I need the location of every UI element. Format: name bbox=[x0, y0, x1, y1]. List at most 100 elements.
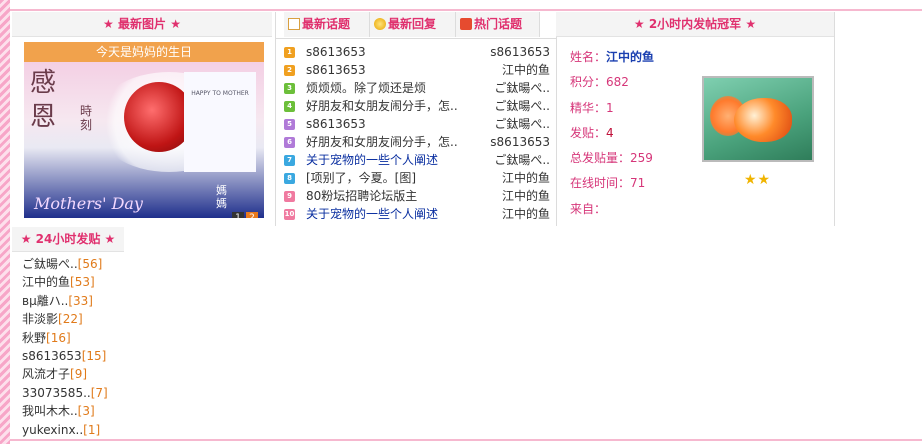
topic-author-link[interactable]: s8613653 bbox=[470, 133, 550, 151]
featured-photo[interactable]: 今天是妈妈的生日 感恩 時刻 HAPPY TO MOTHER Mothers' … bbox=[24, 42, 264, 218]
topic-author-link[interactable]: 江中的鱼 bbox=[470, 169, 550, 187]
photo-page-2[interactable]: 2 bbox=[246, 212, 258, 218]
poster-row[interactable]: s8613653[15] bbox=[22, 347, 162, 365]
poster-row[interactable]: 我叫木木..[3] bbox=[22, 402, 162, 420]
topic-title-link[interactable]: s8613653 bbox=[306, 61, 466, 79]
champion-field: 姓名：江中的鱼 bbox=[570, 45, 720, 70]
champion-field-value: 259 bbox=[630, 151, 653, 166]
poster-name[interactable]: 风流才子 bbox=[22, 367, 70, 381]
topics-panel: 最新话题 最新回复 热门话题 1 s8613653 s8613653 2 s861365… bbox=[275, 12, 557, 226]
posts-24h-header: ★ 24小时发贴 ★ bbox=[12, 227, 124, 252]
poster-name[interactable]: вμ離ハ.. bbox=[22, 294, 68, 308]
topic-tabs: 最新话题 最新回复 热门话题 bbox=[276, 12, 556, 39]
champion-field: 发贴：4 bbox=[570, 121, 720, 146]
champion-panel: ★ 2小时内发帖冠军 ★ 姓名：江中的鱼 积分：682 精华：1 发贴：4 总发贴量：2… bbox=[556, 12, 835, 226]
mothers-day-text: Mothers' Day bbox=[34, 194, 143, 213]
topic-author-link[interactable]: s8613653 bbox=[470, 43, 550, 61]
champion-field: 总发贴量：259 bbox=[570, 146, 720, 171]
tab-latest-replies[interactable]: 最新回复 bbox=[370, 12, 456, 37]
champion-field: 积分：682 bbox=[570, 70, 720, 95]
card-heading: HAPPY TO MOTHER bbox=[191, 90, 249, 97]
photo-kanji-main: 感恩 bbox=[30, 68, 57, 132]
poster-name[interactable]: 非淡影 bbox=[22, 312, 58, 326]
topic-title-link[interactable]: 好朋友和女朋友闹分手，怎.. bbox=[306, 133, 466, 151]
poster-count: [16] bbox=[46, 330, 71, 345]
poster-name[interactable]: 我叫木木.. bbox=[22, 404, 78, 418]
poster-row[interactable]: ご鈦暘ぺ..[56] bbox=[22, 255, 162, 273]
champion-field-value: 71 bbox=[630, 176, 646, 191]
star-icon: ★ bbox=[20, 232, 32, 246]
poster-count: [22] bbox=[58, 312, 83, 327]
topic-title-link[interactable]: 好朋友和女朋友闹分手，怎.. bbox=[306, 97, 466, 115]
champion-field-label: 精华： bbox=[570, 100, 607, 115]
topic-title-link[interactable]: s8613653 bbox=[306, 43, 466, 61]
topic-title-link[interactable]: [项别了，今夏。[图] bbox=[306, 169, 466, 187]
poster-count: [15] bbox=[81, 348, 107, 363]
champion-field-label: 发贴： bbox=[570, 125, 607, 140]
poster-name[interactable]: yukexinx.. bbox=[22, 423, 83, 437]
poster-count: [56] bbox=[77, 257, 103, 271]
poster-count: [33] bbox=[68, 293, 93, 308]
photo-page-1[interactable]: 1 bbox=[232, 212, 244, 218]
poster-row[interactable]: 秋野[16] bbox=[22, 329, 162, 347]
star-icon: ★ bbox=[633, 17, 645, 31]
champion-field: 精华：1 bbox=[570, 96, 720, 121]
topic-row: 5 s8613653 ご鈦暘ぺ.. bbox=[284, 115, 550, 133]
champion-field: 在线时间：71 bbox=[570, 171, 720, 196]
topic-author-link[interactable]: 江中的鱼 bbox=[470, 61, 550, 79]
poster-count: [1] bbox=[83, 422, 101, 437]
star-icon: ★ bbox=[104, 232, 116, 246]
poster-count: [7] bbox=[90, 385, 108, 400]
topic-author-link[interactable]: ご鈦暘ぺ.. bbox=[470, 97, 550, 115]
poster-row[interactable]: вμ離ハ..[33] bbox=[22, 292, 162, 310]
poster-name[interactable]: s8613653 bbox=[22, 349, 82, 363]
goldfish-body bbox=[734, 98, 792, 142]
champion-field-value[interactable]: 江中的鱼 bbox=[606, 50, 654, 64]
topic-row: 7 关于宠物的一些个人阐述 ご鈦暘ぺ.. bbox=[284, 151, 550, 169]
document-icon bbox=[288, 18, 300, 30]
poster-name[interactable]: ご鈦暘ぺ.. bbox=[22, 257, 78, 271]
tab-latest-topics[interactable]: 最新话题 bbox=[284, 12, 370, 37]
poster-name[interactable]: 33073585.. bbox=[22, 386, 91, 400]
champion-header: ★ 2小时内发帖冠军 ★ bbox=[556, 12, 834, 37]
topic-author-link[interactable]: ご鈦暘ぺ.. bbox=[470, 115, 550, 133]
tab-hot-topics[interactable]: 热门话题 bbox=[456, 12, 540, 37]
topic-title-link[interactable]: s8613653 bbox=[306, 115, 466, 133]
topic-author-link[interactable]: ご鈦暘ぺ.. bbox=[470, 79, 550, 97]
poster-row[interactable]: 风流才子[9] bbox=[22, 365, 162, 383]
champion-title: 2小时内发帖冠军 bbox=[648, 17, 742, 31]
topic-title-link[interactable]: 关于宠物的一些个人阐述 bbox=[306, 151, 466, 169]
topic-title-link[interactable]: 烦烦烦。除了烦还是烦 bbox=[306, 79, 466, 97]
topic-row: 2 s8613653 江中的鱼 bbox=[284, 61, 550, 79]
poster-row[interactable]: 非淡影[22] bbox=[22, 310, 162, 328]
topic-author-link[interactable]: 江中的鱼 bbox=[470, 205, 550, 223]
greeting-card: HAPPY TO MOTHER bbox=[184, 72, 256, 172]
poster-name[interactable]: 江中的鱼 bbox=[22, 275, 70, 289]
star-icon: ★ bbox=[103, 17, 114, 31]
rank-number-icon: 3 bbox=[284, 83, 295, 94]
topic-row: 1 s8613653 s8613653 bbox=[284, 43, 550, 61]
mama-text: 媽媽 bbox=[216, 184, 227, 210]
bottom-divider bbox=[10, 439, 922, 441]
poster-row[interactable]: 江中的鱼[53] bbox=[22, 273, 162, 291]
topic-author-link[interactable]: ご鈦暘ぺ.. bbox=[470, 151, 550, 169]
poster-count: [53] bbox=[70, 275, 95, 290]
rank-number-icon: 10 bbox=[284, 209, 295, 220]
poster-row[interactable]: 33073585..[7] bbox=[22, 384, 162, 402]
topic-title-link[interactable]: 关于宠物的一些个人阐述 bbox=[306, 205, 466, 223]
decorative-stripe-border bbox=[0, 0, 10, 444]
topic-author-link[interactable]: 江中的鱼 bbox=[470, 187, 550, 205]
champion-field: 来自： bbox=[570, 197, 720, 222]
champion-field-label: 在线时间： bbox=[570, 176, 631, 191]
topic-row: 6 好朋友和女朋友闹分手，怎.. s8613653 bbox=[284, 133, 550, 151]
champion-field-label: 总发贴量： bbox=[570, 151, 631, 166]
champion-field-value: 4 bbox=[606, 125, 614, 140]
poster-row[interactable]: yukexinx..[1] bbox=[22, 421, 162, 439]
champion-avatar[interactable] bbox=[702, 76, 814, 162]
latest-pictures-header: ★ 最新图片 ★ bbox=[12, 12, 272, 37]
poster-name[interactable]: 秋野 bbox=[22, 331, 46, 345]
poster-count: [9] bbox=[70, 367, 88, 382]
rank-number-icon: 8 bbox=[284, 173, 295, 184]
topic-title-link[interactable]: 80粉坛招聘论坛版主 bbox=[306, 187, 466, 205]
topic-row: 3 烦烦烦。除了烦还是烦 ご鈦暘ぺ.. bbox=[284, 79, 550, 97]
